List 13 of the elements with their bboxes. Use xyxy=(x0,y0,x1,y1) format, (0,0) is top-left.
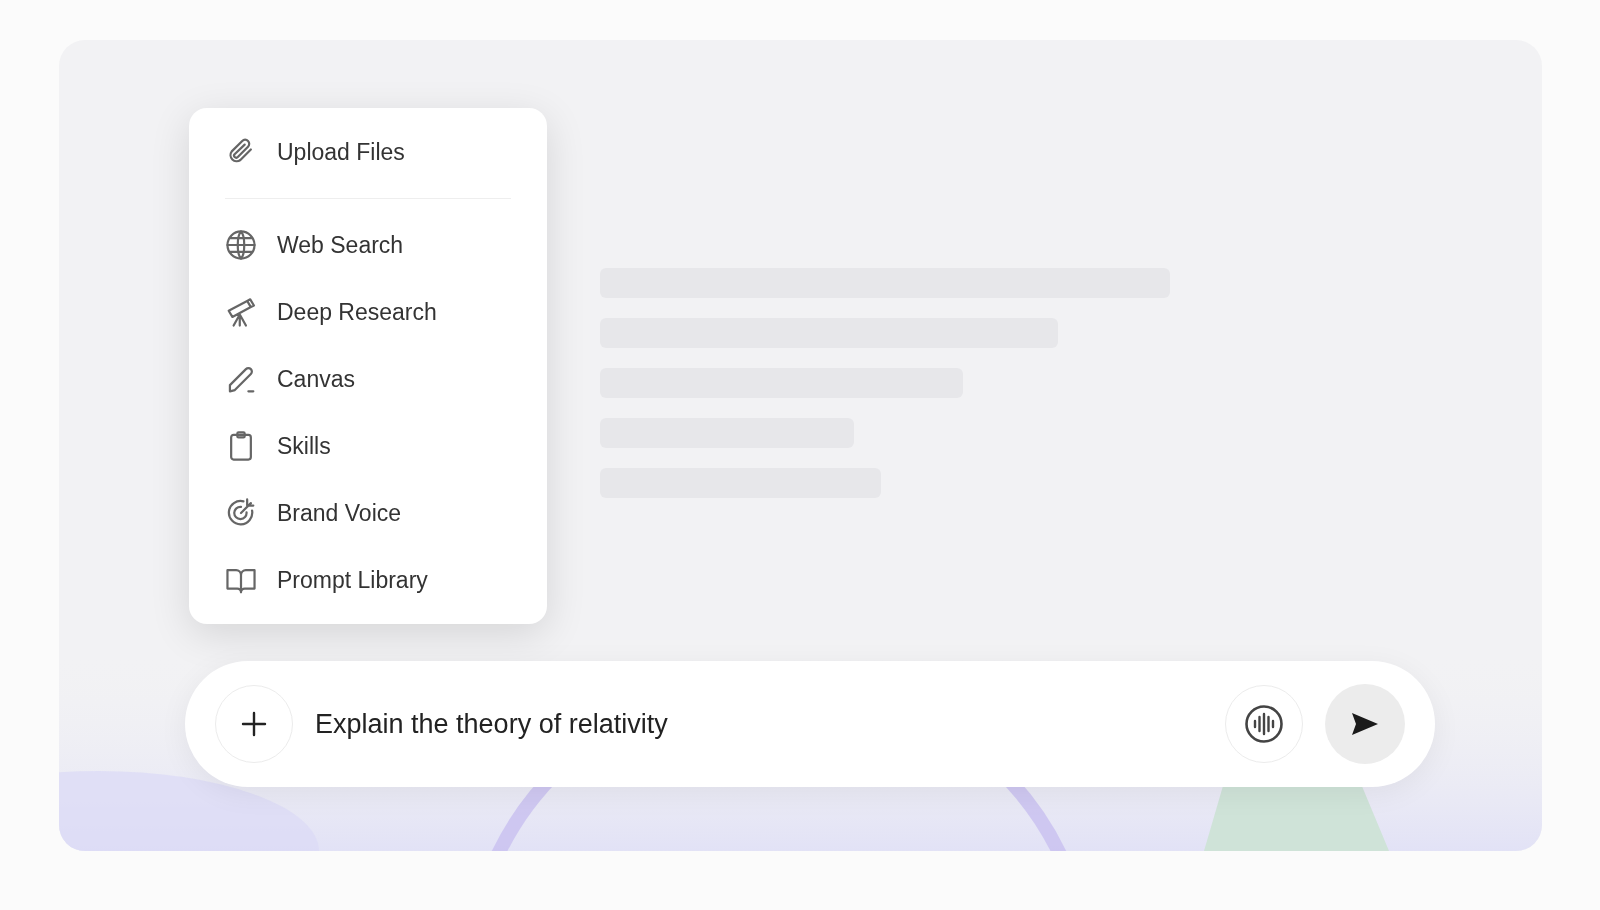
message-input[interactable]: Explain the theory of relativity xyxy=(315,703,1203,745)
telescope-icon xyxy=(225,296,257,328)
menu-item[interactable]: Upload Files xyxy=(225,126,511,178)
menu-item[interactable]: Deep Research xyxy=(225,286,511,338)
voice-wave-icon xyxy=(1244,704,1284,744)
menu-item[interactable]: Brand Voice xyxy=(225,487,511,539)
plus-icon xyxy=(240,710,268,738)
menu-item[interactable]: Canvas xyxy=(225,353,511,405)
menu-item[interactable]: Web Search xyxy=(225,219,511,271)
globe-icon xyxy=(225,229,257,261)
menu-item[interactable]: Prompt Library xyxy=(225,554,511,606)
send-icon xyxy=(1350,711,1380,737)
menu-item[interactable]: Skills xyxy=(225,420,511,472)
